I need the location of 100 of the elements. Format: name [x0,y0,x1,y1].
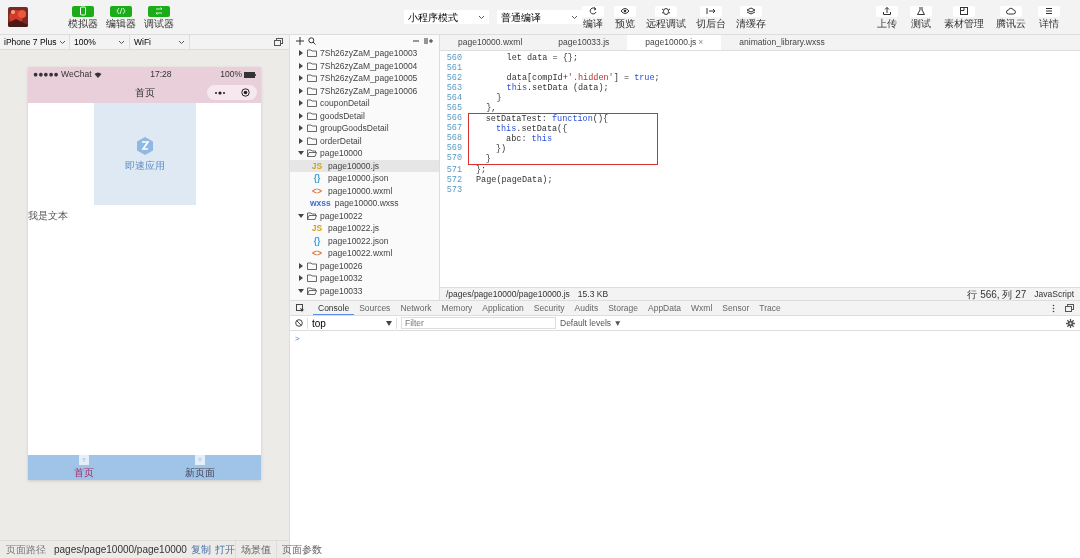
caret-icon [386,320,392,326]
devtools-tab[interactable]: Application [477,301,529,315]
path-link[interactable]: 打开 [214,542,235,557]
exit-icon [706,6,716,16]
mode-button[interactable] [72,5,94,17]
devtools-tab[interactable]: AppData [643,301,687,315]
window-icon[interactable] [274,38,283,46]
settings-icon[interactable] [1066,318,1075,328]
toolbar-button[interactable] [876,5,898,17]
devtools-tab[interactable]: Trace [754,301,786,315]
device-select[interactable]: iPhone 7 Plus [0,34,70,50]
toolbar-button[interactable] [582,5,604,17]
devtools-tab[interactable]: Security [528,301,570,315]
file-item[interactable]: JS page10000.js [290,159,439,172]
clear-icon[interactable] [295,319,303,327]
toolbar-label: 腾讯云 [996,18,1026,29]
editor-tab[interactable]: page10000.js × [627,35,722,50]
editor-tab[interactable]: page10033.js [540,35,628,50]
caret-icon [178,39,185,45]
file-path: /pages/page10000/page10000.js [446,287,570,301]
file-item[interactable]: {} page10022.json [290,234,439,247]
folder-item[interactable]: page10000 [290,147,439,160]
editor-tab[interactable]: page10000.wxml [440,35,541,50]
folder-item[interactable]: 7Sh26zyZaM_page10003 [290,47,439,60]
zoom-select[interactable]: 100% [70,34,130,50]
eye-icon [620,6,630,16]
mode-button[interactable] [110,5,132,17]
folder-item[interactable]: page10022 [290,209,439,222]
code-line: data[compId+'.hidden'] = true; [506,73,660,83]
code-icon [116,6,126,16]
folder-open-icon [307,286,317,295]
path-button[interactable]: 场景值 [234,540,276,558]
line-number: 569 [445,143,463,153]
file-type-label: {} [312,234,322,247]
collapse-icon[interactable] [412,37,420,45]
cursor-position: 行 566, 列 27 [967,287,1027,302]
toolbar-button[interactable] [1038,5,1060,17]
toolbar-label: 素材管理 [944,18,984,29]
toolbar-button[interactable] [953,5,975,17]
toolbar-button[interactable] [740,5,762,17]
path-link[interactable]: 复制 [190,542,211,557]
file-item[interactable]: <> page10000.wxml [290,184,439,197]
folder-item[interactable]: goodsDetail [290,109,439,122]
mode-button[interactable] [148,5,170,17]
close-button[interactable]: × [698,35,704,50]
toolbar-button[interactable] [1000,5,1022,17]
mode-label: 调试器 [144,18,174,29]
folder-item[interactable]: groupGoodsDetail [290,122,439,135]
filter-field[interactable]: Filter [401,317,556,329]
folder-item[interactable]: page10026 [290,259,439,272]
inspect-icon[interactable] [296,303,305,313]
wifi-icon [93,71,102,78]
path-button[interactable]: 页面参数 [275,540,327,558]
folder-item[interactable]: page10032 [290,272,439,285]
file-item[interactable]: JS page10022.js [290,222,439,235]
levels-select[interactable]: Default levels ▼ [560,316,622,330]
file-type-label: {} [312,172,322,185]
path-label: 页面路径 [6,543,46,557]
devtools-tab[interactable]: Wxml [686,301,718,315]
window-icon[interactable] [1065,304,1074,312]
devtools-tab[interactable]: Console [313,301,355,315]
folder-item[interactable]: orderDetail [290,134,439,147]
line-number: 565 [445,103,463,113]
add-icon[interactable] [296,37,304,45]
status-time: 17:28 [150,68,172,81]
select-field[interactable]: 小程序模式 [404,10,489,24]
devtools-tab[interactable]: Memory [436,301,478,315]
context-select[interactable]: top [307,317,397,329]
toolbar-button[interactable] [614,5,636,17]
devtools-tab[interactable]: Audits [569,301,604,315]
network-select[interactable]: WiFi [130,34,190,50]
language-mode: JavaScript [1034,287,1074,301]
editor-tab[interactable]: animation_library.wxss [721,35,843,50]
split-icon[interactable] [424,37,433,45]
file-type-label: wxss [310,197,331,210]
tab-bar-item[interactable]: 新页面 [139,455,261,480]
flask-icon [916,6,926,16]
search-icon[interactable] [308,37,316,45]
devtools-tab[interactable]: Sources [354,301,396,315]
toolbar-button[interactable] [655,5,677,17]
swap-icon [154,6,164,16]
file-item[interactable]: wxss page10000.wxss [290,197,439,210]
select-field[interactable]: 普通编译 [497,10,582,24]
console-prompt: > [295,333,300,345]
capsule-button[interactable] [207,85,257,100]
devtools-tab[interactable]: Storage [603,301,643,315]
devtools-tab[interactable]: Sensor [717,301,755,315]
folder-item[interactable]: couponDetail [290,97,439,110]
toolbar-button[interactable] [910,5,932,17]
code-line: this.setData (data); [506,83,609,93]
file-type-label: <> [311,247,323,260]
folder-item[interactable]: page10033 [290,284,439,297]
code-line: }, [486,103,497,113]
file-item[interactable]: {} page10000.json [290,172,439,185]
folder-item[interactable]: 7Sh26zyZaM_page10004 [290,59,439,72]
tab-bar-item[interactable]: 首页 [28,455,140,480]
file-item[interactable]: <> page10022.wxml [290,247,439,260]
devtools-tab[interactable]: Network [395,301,437,315]
folder-item[interactable]: 7Sh26zyZaM_page10005 [290,72,439,85]
folder-item[interactable]: 7Sh26zyZaM_page10006 [290,84,439,97]
